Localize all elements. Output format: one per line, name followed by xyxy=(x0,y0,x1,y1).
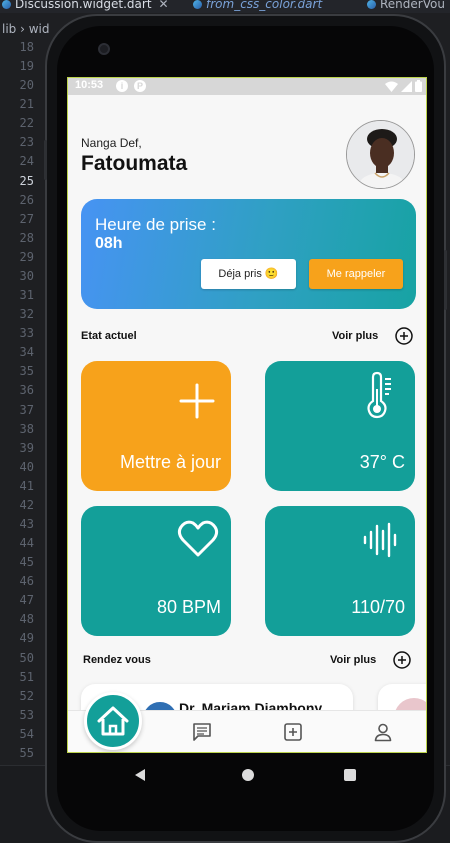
signal-icon xyxy=(401,80,412,92)
line-number: 32 xyxy=(19,307,34,322)
blood-pressure-value: 110/70 xyxy=(351,597,405,617)
front-camera xyxy=(98,43,110,55)
remind-me-button[interactable]: Me rappeler xyxy=(309,259,403,289)
home-button[interactable] xyxy=(84,692,142,750)
plus-icon xyxy=(179,383,215,419)
line-number: 35 xyxy=(19,364,34,379)
line-number: 33 xyxy=(19,326,34,341)
line-number: 24 xyxy=(19,154,34,169)
line-number: 25 xyxy=(19,173,34,188)
dart-file-icon xyxy=(367,0,376,9)
line-number: 19 xyxy=(19,59,34,74)
line-number: 41 xyxy=(19,478,34,493)
line-number: 52 xyxy=(19,688,34,703)
medication-reminder-card: Heure de prise : 08h Déja pris 🙂 Me rapp… xyxy=(81,199,416,309)
line-number: 38 xyxy=(19,421,34,436)
editor-tab-css-color[interactable]: from_css_color.dart xyxy=(193,0,322,11)
reminder-time: 08h xyxy=(95,235,123,252)
heart-icon xyxy=(177,520,219,557)
android-navigation-bar xyxy=(67,754,427,796)
line-number: 44 xyxy=(19,536,34,551)
line-number: 53 xyxy=(19,707,34,722)
editor-tab-bar: Discussion.widget.dart ✕ from_css_color.d… xyxy=(0,0,450,13)
user-name: Fatoumata xyxy=(81,152,188,175)
app-screen: 10:53 i P Nanga Def, Fatoumata Heure de … xyxy=(67,77,427,753)
line-number: 37 xyxy=(19,402,34,417)
heart-rate-tile[interactable]: 80 BPM xyxy=(81,506,231,636)
line-number: 22 xyxy=(19,116,34,131)
line-number: 50 xyxy=(19,650,34,665)
status-right-icons xyxy=(385,80,422,92)
line-number: 51 xyxy=(19,669,34,684)
tile-label: Mettre à jour xyxy=(119,452,221,472)
editor-tab-render[interactable]: RenderVou xyxy=(367,0,445,11)
line-number: 36 xyxy=(19,383,34,398)
data-saver-icon: P xyxy=(134,80,146,92)
profile-photo xyxy=(347,121,414,188)
home-icon xyxy=(97,706,129,736)
dart-file-icon xyxy=(193,0,202,9)
power-button xyxy=(444,250,447,310)
tab-label: RenderVou xyxy=(380,0,445,11)
section-title-appointments: Rendez vous xyxy=(83,654,151,666)
line-number: 48 xyxy=(19,612,34,627)
greeting-text: Nanga Def, xyxy=(81,136,142,150)
line-number: 18 xyxy=(19,40,34,54)
close-icon[interactable]: ✕ xyxy=(159,0,169,11)
line-number: 40 xyxy=(19,459,34,474)
temperature-value: 37° C xyxy=(359,452,405,472)
blood-pressure-tile[interactable]: 110/70 xyxy=(265,506,415,636)
breadcrumb: lib › wid xyxy=(2,22,50,36)
appointments-see-more-link[interactable]: Voir plus xyxy=(330,654,376,666)
heart-rate-value: 80 BPM xyxy=(156,597,221,617)
chat-icon[interactable] xyxy=(192,722,212,742)
status-time: 10:53 xyxy=(75,79,104,91)
recent-apps-icon[interactable] xyxy=(344,769,356,781)
person-icon[interactable] xyxy=(373,722,393,742)
line-number: 55 xyxy=(19,745,34,760)
line-number: 29 xyxy=(19,249,34,264)
line-number: 20 xyxy=(19,78,34,93)
add-circle-icon[interactable] xyxy=(393,651,411,669)
thermometer-icon xyxy=(367,371,391,419)
editor-tab-discussion[interactable]: Discussion.widget.dart ✕ xyxy=(2,0,169,11)
dart-file-icon xyxy=(2,0,11,9)
add-circle-icon[interactable] xyxy=(395,327,413,345)
line-number: 43 xyxy=(19,517,34,531)
line-number: 47 xyxy=(19,593,34,608)
line-number: 21 xyxy=(19,97,34,112)
line-number: 49 xyxy=(19,631,34,646)
line-number: 42 xyxy=(19,497,34,512)
back-icon[interactable] xyxy=(135,769,145,781)
line-number: 46 xyxy=(19,574,34,589)
tab-label: Discussion.widget.dart xyxy=(15,0,152,11)
line-number: 26 xyxy=(19,192,34,207)
volume-button xyxy=(44,140,47,180)
battery-icon xyxy=(415,80,422,92)
line-number: 27 xyxy=(19,211,34,226)
wifi-icon xyxy=(385,81,398,92)
line-number: 54 xyxy=(19,726,34,741)
line-number: 39 xyxy=(19,440,34,455)
tab-label: from_css_color.dart xyxy=(206,0,323,11)
line-number: 34 xyxy=(19,345,34,360)
update-tile[interactable]: Mettre à jour xyxy=(81,361,231,491)
line-number: 45 xyxy=(19,555,34,570)
add-box-icon[interactable] xyxy=(283,722,303,742)
status-bar: 10:53 i P xyxy=(68,78,426,95)
waveform-icon xyxy=(363,522,397,558)
line-number: 30 xyxy=(19,268,34,283)
reminder-title: Heure de prise : xyxy=(95,215,216,234)
temperature-tile[interactable]: 37° C xyxy=(265,361,415,491)
info-icon: i xyxy=(116,80,128,92)
line-number: 23 xyxy=(19,135,34,150)
section-title-status: Etat actuel xyxy=(81,330,137,342)
already-taken-button[interactable]: Déja pris 🙂 xyxy=(201,259,296,289)
status-see-more-link[interactable]: Voir plus xyxy=(332,330,378,342)
system-home-icon[interactable] xyxy=(242,769,254,781)
avatar[interactable] xyxy=(346,120,415,189)
line-number: 28 xyxy=(19,230,34,245)
line-number: 31 xyxy=(19,288,34,303)
